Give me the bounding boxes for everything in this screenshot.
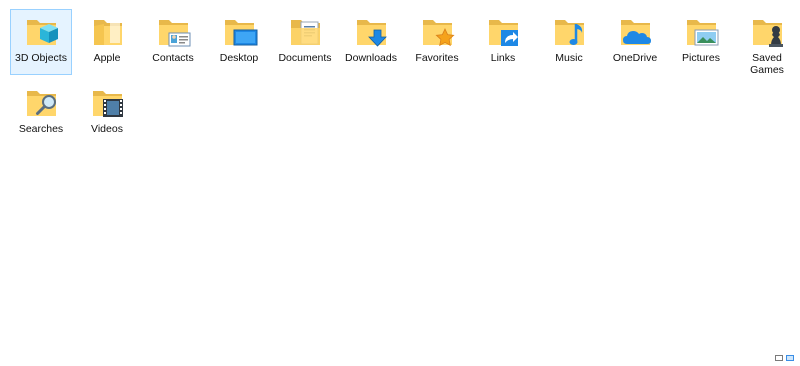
folder-icon [94, 20, 122, 45]
folder-label: Searches [18, 123, 64, 135]
folder-label: Music [555, 52, 583, 64]
folder-videos[interactable]: Videos [76, 80, 138, 146]
folder-label: 3D Objects [15, 52, 67, 64]
folder-music[interactable]: Music [538, 9, 600, 75]
folder-label: Contacts [152, 52, 194, 64]
folder-label: Desktop [219, 52, 259, 64]
folder-label: Saved Games [750, 52, 784, 76]
folder-label: Downloads [345, 52, 397, 64]
folder-favorites[interactable]: Favorites [406, 9, 468, 75]
contact-card-icon [159, 20, 191, 47]
folder-label: Links [490, 52, 516, 64]
cloud-icon [621, 20, 651, 45]
folder-label: Apple [93, 52, 121, 64]
link-arrow-icon [489, 20, 518, 46]
folder-documents[interactable]: Documents [274, 9, 336, 75]
monitor-icon [225, 20, 258, 46]
picture-icon [687, 20, 719, 46]
magnifier-icon [27, 91, 56, 116]
folder-label: Videos [91, 123, 123, 135]
folder-onedrive[interactable]: OneDrive [604, 9, 666, 75]
large-icons-view-button[interactable] [786, 355, 794, 361]
folder-3d-objects[interactable]: 3D Objects [10, 9, 72, 75]
music-note-icon [555, 20, 584, 45]
star-icon [423, 20, 455, 47]
document-icon [291, 20, 320, 45]
cube-3d-icon [27, 20, 58, 45]
folder-searches[interactable]: Searches [10, 80, 72, 146]
folder-label: Favorites [415, 52, 459, 64]
folder-saved-games[interactable]: Saved Games [736, 9, 798, 76]
download-arrow-icon [357, 20, 387, 47]
chess-piece-icon [753, 20, 783, 47]
folder-contacts[interactable]: Contacts [142, 9, 204, 75]
folder-apple[interactable]: Apple [76, 9, 138, 75]
folder-downloads[interactable]: Downloads [340, 9, 402, 75]
folder-desktop[interactable]: Desktop [208, 9, 270, 75]
folder-label: Pictures [682, 52, 720, 64]
details-view-button[interactable] [775, 355, 783, 361]
file-view: 3D Objects Apple Contacts Desktop Docume… [0, 0, 800, 366]
folder-label: Documents [278, 52, 332, 64]
view-toggle [775, 354, 794, 362]
folder-pictures[interactable]: Pictures [670, 9, 732, 75]
folder-label: OneDrive [612, 52, 658, 64]
film-strip-icon [93, 91, 123, 117]
folder-links[interactable]: Links [472, 9, 534, 75]
